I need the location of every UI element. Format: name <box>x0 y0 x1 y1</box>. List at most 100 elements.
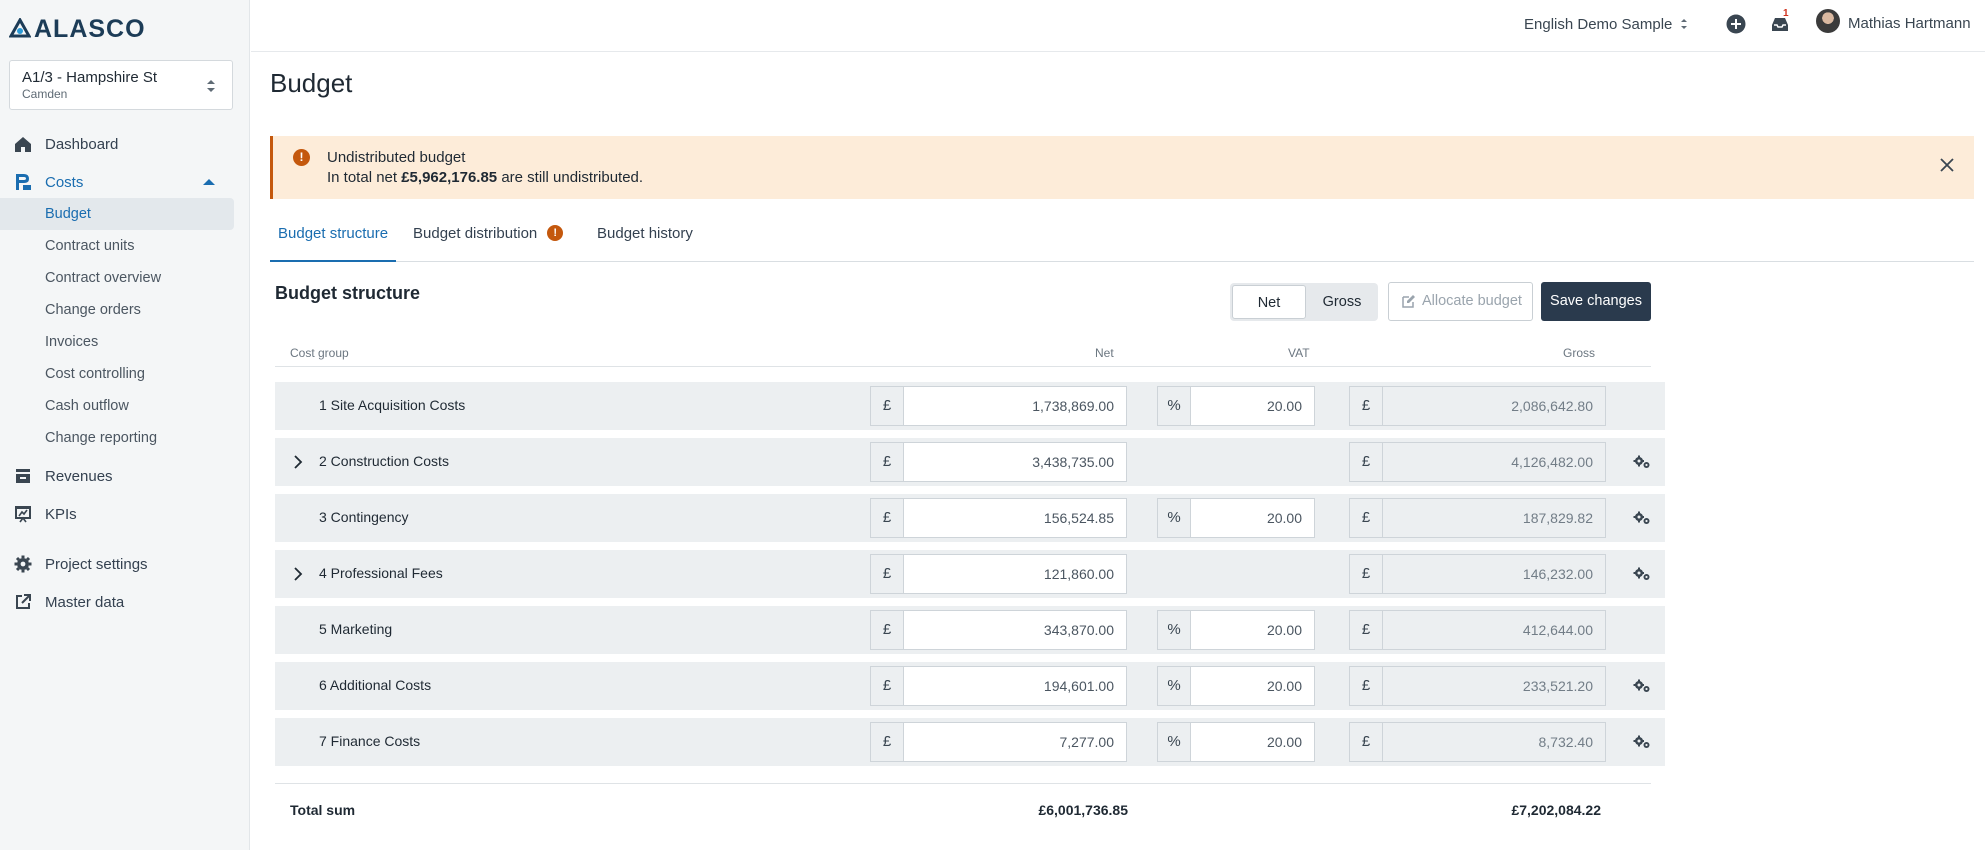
edit-icon <box>1402 295 1415 308</box>
user-menu[interactable]: Mathias Hartmann <box>1848 15 1971 32</box>
logo-text: ALASCO <box>34 15 146 43</box>
net-input[interactable]: 121,860.00 <box>903 554 1127 594</box>
net-input[interactable]: 343,870.00 <box>903 610 1127 650</box>
budget-tabs: Budget structure Budget distribution ! B… <box>270 216 1974 262</box>
currency-prefix: £ <box>1349 610 1383 650</box>
nav-budget[interactable]: Budget <box>0 198 234 230</box>
page-title: Budget <box>270 68 353 98</box>
notification-badge: 1 <box>1783 8 1789 19</box>
total-label: Total sum <box>290 802 356 818</box>
gross-field: 4,126,482.00 <box>1382 442 1606 482</box>
currency-prefix: £ <box>1349 442 1383 482</box>
logo-mark-icon <box>9 18 31 38</box>
nav-label: KPIs <box>45 505 77 523</box>
col-header-cost-group: Cost group <box>290 346 349 360</box>
vat-input[interactable]: 20.00 <box>1190 666 1315 706</box>
nav-master-data[interactable]: Master data <box>0 586 250 618</box>
nav-contract-units[interactable]: Contract units <box>0 230 234 262</box>
toggle-net[interactable]: Net <box>1232 285 1306 319</box>
alasco-logo[interactable]: ALASCO <box>9 16 146 42</box>
gross-field: 146,232.00 <box>1382 554 1606 594</box>
vat-input[interactable]: 20.00 <box>1190 386 1315 426</box>
table-row: 3 Contingency £ 156,524.85 % 20.00 £ 187… <box>275 494 1665 542</box>
nav-change-reporting[interactable]: Change reporting <box>0 422 234 454</box>
total-gross: £7,202,084.22 <box>1511 802 1601 818</box>
nav-revenues[interactable]: Revenues <box>0 460 250 492</box>
currency-prefix: £ <box>870 722 904 762</box>
total-net: £6,001,736.85 <box>1038 802 1128 818</box>
project-name: A1/3 - Hampshire St <box>22 69 158 86</box>
updown-arrows-icon <box>207 80 215 92</box>
tab-label: Budget distribution <box>413 225 538 242</box>
vat-input[interactable]: 20.00 <box>1190 610 1315 650</box>
net-input[interactable]: 1,738,869.00 <box>903 386 1127 426</box>
toggle-gross[interactable]: Gross <box>1308 285 1376 319</box>
net-input[interactable]: 156,524.85 <box>903 498 1127 538</box>
alert-text-before: In total net <box>327 169 402 186</box>
nav-label: Contract overview <box>45 270 162 286</box>
top-bar: English Demo Sample 1 Mathias Hartmann <box>251 0 1985 52</box>
percent-prefix: % <box>1157 386 1191 426</box>
tab-budget-history[interactable]: Budget history <box>589 216 701 262</box>
nav-label: Costs <box>45 173 84 191</box>
net-input[interactable]: 194,601.00 <box>903 666 1127 706</box>
tab-budget-distribution[interactable]: Budget distribution ! <box>405 216 564 262</box>
avatar[interactable] <box>1816 9 1840 33</box>
table-row: 2 Construction Costs £ 3,438,735.00 £ 4,… <box>275 438 1665 486</box>
nav-kpis[interactable]: KPIs <box>0 498 250 530</box>
currency-prefix: £ <box>870 386 904 426</box>
net-input[interactable]: 3,438,735.00 <box>903 442 1127 482</box>
cost-group-label: 4 Professional Fees <box>319 565 443 581</box>
costs-icon <box>16 174 31 190</box>
gears-icon[interactable] <box>1633 510 1651 526</box>
nav-project-settings[interactable]: Project settings <box>0 548 250 580</box>
company-selector[interactable]: English Demo Sample <box>1524 16 1672 33</box>
table-row: 1 Site Acquisition Costs £ 1,738,869.00 … <box>275 382 1665 430</box>
table-row: 6 Additional Costs £ 194,601.00 % 20.00 … <box>275 662 1665 710</box>
nav-change-orders[interactable]: Change orders <box>0 294 234 326</box>
alert-amount: £5,962,176.85 <box>401 169 498 186</box>
save-changes-button[interactable]: Save changes <box>1541 282 1651 321</box>
nav-costs[interactable]: Costs <box>0 166 250 198</box>
alert-text-after: are still undistributed. <box>497 169 644 186</box>
project-selector[interactable]: A1/3 - Hampshire St Camden <box>9 60 233 110</box>
nav-cost-controlling[interactable]: Cost controlling <box>0 358 234 390</box>
cost-group-label: 3 Contingency <box>319 509 409 525</box>
gears-icon[interactable] <box>1633 678 1651 694</box>
undistributed-alert: ! Undistributed budget In total net £5,9… <box>270 136 1974 199</box>
table-row: 4 Professional Fees £ 121,860.00 £ 146,2… <box>275 550 1665 598</box>
gears-icon[interactable] <box>1633 454 1651 470</box>
gears-icon[interactable] <box>1633 566 1651 582</box>
nav-cash-outflow[interactable]: Cash outflow <box>0 390 234 422</box>
chevron-right-icon[interactable] <box>290 454 306 470</box>
updown-arrows-icon[interactable] <box>1679 16 1689 32</box>
vat-input[interactable]: 20.00 <box>1190 722 1315 762</box>
nav-dashboard[interactable]: Dashboard <box>0 128 250 160</box>
add-circle-icon[interactable] <box>1725 13 1747 35</box>
allocate-budget-button[interactable]: Allocate budget <box>1388 282 1533 321</box>
chevron-right-icon[interactable] <box>290 566 306 582</box>
collapse-caret-icon[interactable] <box>203 179 215 185</box>
cost-group-label: 7 Finance Costs <box>319 733 421 749</box>
nav-invoices[interactable]: Invoices <box>0 326 234 358</box>
nav-label: Master data <box>45 593 125 611</box>
section-title: Budget structure <box>275 283 421 303</box>
currency-prefix: £ <box>1349 722 1383 762</box>
gears-icon[interactable] <box>1633 734 1651 750</box>
close-icon[interactable] <box>1936 154 1958 176</box>
nav-label: Cost controlling <box>45 366 145 382</box>
currency-prefix: £ <box>1349 498 1383 538</box>
currency-prefix: £ <box>870 442 904 482</box>
gross-field: 187,829.82 <box>1382 498 1606 538</box>
nav-label: Revenues <box>45 467 113 485</box>
currency-prefix: £ <box>870 554 904 594</box>
tab-budget-structure[interactable]: Budget structure <box>270 216 397 262</box>
vat-input[interactable]: 20.00 <box>1190 498 1315 538</box>
net-input[interactable]: 7,277.00 <box>903 722 1127 762</box>
currency-prefix: £ <box>1349 386 1383 426</box>
nav-label: Change reporting <box>45 430 158 446</box>
gear-icon <box>14 555 32 573</box>
percent-prefix: % <box>1157 610 1191 650</box>
project-location: Camden <box>22 87 68 101</box>
nav-contract-overview[interactable]: Contract overview <box>0 262 234 294</box>
